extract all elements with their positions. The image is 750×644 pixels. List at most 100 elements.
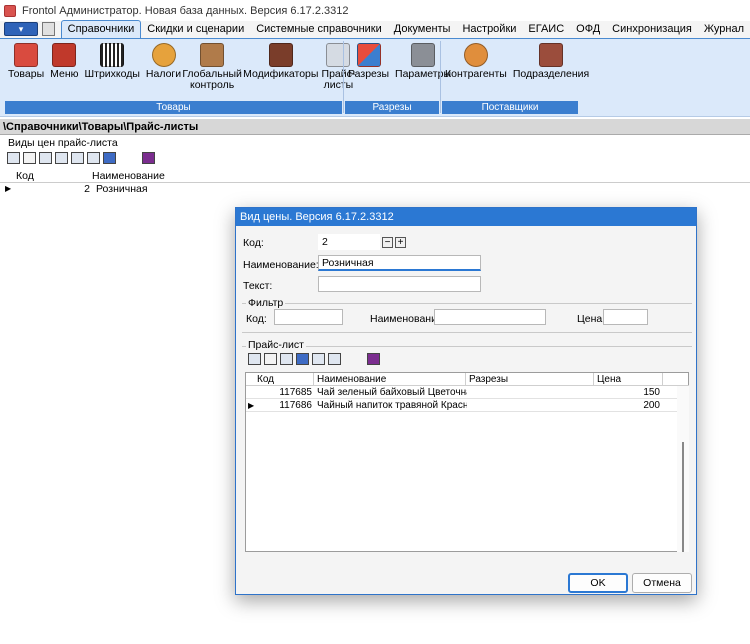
save-icon[interactable] xyxy=(41,22,55,36)
cell-name: Розничная xyxy=(96,183,148,195)
filter-price-input[interactable] xyxy=(603,309,648,325)
copy-record-icon[interactable] xyxy=(23,152,36,164)
tab-journal[interactable]: Журнал xyxy=(698,21,750,38)
ribbon-divider xyxy=(343,41,344,113)
pl-cell-cuts xyxy=(469,386,593,399)
main-toolbar xyxy=(7,152,155,164)
filter-code-input[interactable] xyxy=(274,309,343,325)
quick-access-menu-button[interactable]: ▾ xyxy=(4,22,38,36)
ribbon-divider xyxy=(440,41,441,113)
ribbon-modifiers-button[interactable]: Модификаторы xyxy=(240,43,321,80)
ribbon-group-suppliers: Контрагенты Подразделения Поставщики xyxy=(442,39,589,114)
tab-documents[interactable]: Документы xyxy=(388,21,457,38)
column-header-name[interactable]: Наименование xyxy=(92,170,165,182)
refresh-icon[interactable] xyxy=(103,152,116,164)
modifiers-icon xyxy=(268,43,293,67)
pricelist-grid[interactable]: Код Наименование Разрезы Цена 117685 Чай… xyxy=(245,372,689,552)
ribbon-group-label-suppliers: Поставщики xyxy=(442,101,578,114)
increment-icon[interactable]: + xyxy=(395,237,406,248)
section-label: Виды цен прайс-листа xyxy=(8,137,118,149)
tab-system-refs[interactable]: Системные справочники xyxy=(250,21,388,38)
tab-discounts[interactable]: Скидки и сценарии xyxy=(141,21,250,38)
menu-icon xyxy=(52,43,77,67)
ribbon-contractors-button[interactable]: Контрагенты xyxy=(442,43,510,80)
pl-column-header-cuts[interactable]: Разрезы xyxy=(466,373,594,386)
text-label: Текст: xyxy=(243,280,273,292)
filter-name-input[interactable] xyxy=(434,309,546,325)
name-input[interactable]: Розничная xyxy=(318,255,481,271)
pl-cell-name: Чайный напиток травяной Краснопля xyxy=(317,400,467,411)
price-type-dialog: Вид цены. Версия 6.17.2.3312 Код: 2 − + … xyxy=(235,207,697,595)
ok-button[interactable]: OK xyxy=(568,573,628,593)
tools-icon xyxy=(411,43,435,67)
delete-row-icon[interactable] xyxy=(280,353,293,365)
cell-code: 2 xyxy=(84,183,90,195)
pl-cell-code: 117686 xyxy=(279,400,312,411)
code-input[interactable]: 2 xyxy=(318,234,380,250)
ribbon-barcodes-button[interactable]: Штрихкоды xyxy=(82,43,143,80)
ribbon-departments-button[interactable]: Подразделения xyxy=(510,43,592,80)
table-row[interactable]: ▶ 117686 Чайный напиток травяной Красноп… xyxy=(246,399,689,412)
decrement-icon[interactable]: − xyxy=(382,237,393,248)
tab-sync[interactable]: Синхронизация xyxy=(606,21,698,38)
text-input[interactable] xyxy=(318,276,481,292)
code-label: Код: xyxy=(243,237,264,249)
column-header-code[interactable]: Код xyxy=(16,170,34,182)
refresh-rows-icon[interactable] xyxy=(296,353,309,365)
add-row-icon[interactable] xyxy=(248,353,261,365)
ribbon-menu-button[interactable]: Меню xyxy=(47,43,81,80)
filter-group-border xyxy=(242,303,692,304)
name-label: Наименование: xyxy=(243,259,319,271)
pricelist-grid-header: Код Наименование Разрезы Цена xyxy=(246,373,689,386)
goods-icon xyxy=(14,43,39,67)
pl-cell-price: 150 xyxy=(643,387,660,398)
tab-settings[interactable]: Настройки xyxy=(456,21,522,38)
pricelist-scrollbar[interactable] xyxy=(677,386,689,552)
ribbon-group-label-goods: Товары xyxy=(5,101,342,114)
ribbon-goods-button[interactable]: Товары xyxy=(5,43,47,80)
pricelist-toolbar xyxy=(248,353,380,365)
find-icon[interactable] xyxy=(71,152,84,164)
table-row[interactable]: ▶ 2 Розничная xyxy=(0,183,750,196)
global-control-icon xyxy=(200,43,225,67)
add-record-icon[interactable] xyxy=(7,152,20,164)
table-row[interactable]: 117685 Чай зеленый байховый Цветочная се… xyxy=(246,386,689,399)
filter-group-bottom-border xyxy=(242,332,692,333)
scrollbar-thumb[interactable] xyxy=(682,442,684,552)
breadcrumb: \Справочники\Товары\Прайс-листы xyxy=(0,119,750,135)
pl-column-header-name[interactable]: Наименование xyxy=(314,373,466,386)
window-title: Frontol Администратор. Новая база данных… xyxy=(22,5,349,17)
dialog-title: Вид цены. Версия 6.17.2.3312 xyxy=(236,208,696,226)
ribbon-taxes-button[interactable]: Налоги xyxy=(143,43,184,80)
main-grid-header: Код Наименование xyxy=(0,170,750,183)
app-logo-icon xyxy=(4,5,16,17)
menu-bar: ▾ Справочники Скидки и сценарии Системны… xyxy=(0,20,750,39)
tab-ofd[interactable]: ОФД xyxy=(570,21,606,38)
filter-icon[interactable] xyxy=(312,353,325,365)
filter-legend: Фильтр xyxy=(246,297,286,309)
pl-column-header-code[interactable]: Код xyxy=(246,373,314,386)
clear-filter-icon[interactable] xyxy=(328,353,341,365)
pl-column-header-price[interactable]: Цена xyxy=(594,373,663,386)
ribbon-cuts-button[interactable]: Разрезы xyxy=(345,43,392,80)
title-bar: Frontol Администратор. Новая база данных… xyxy=(0,0,750,22)
edit-row-icon[interactable] xyxy=(264,353,277,365)
pl-cell-code: 117685 xyxy=(279,387,312,398)
tab-spravochniki[interactable]: Справочники xyxy=(60,20,142,38)
delete-record-icon[interactable] xyxy=(55,152,68,164)
pl-cell-cuts xyxy=(469,399,593,412)
close-pricelist-icon[interactable] xyxy=(367,353,380,365)
filter-code-label: Код: xyxy=(246,313,267,325)
ribbon-global-control-button[interactable]: Глобальный контроль xyxy=(182,43,242,91)
filter-price-label: Цена: xyxy=(577,313,606,325)
contractors-icon xyxy=(463,43,488,67)
edit-record-icon[interactable] xyxy=(39,152,52,164)
close-list-icon[interactable] xyxy=(142,152,155,164)
ribbon: Товары Меню Штрихкоды Налоги Глобальный … xyxy=(0,39,750,117)
tab-egais[interactable]: ЕГАИС xyxy=(522,21,570,38)
ribbon-group-cuts: Разрезы Параметры Разрезы xyxy=(345,39,451,114)
pl-cell-price: 200 xyxy=(643,400,660,411)
row-pointer-icon: ▶ xyxy=(248,401,255,410)
print-icon[interactable] xyxy=(87,152,100,164)
cancel-button[interactable]: Отмена xyxy=(632,573,692,593)
